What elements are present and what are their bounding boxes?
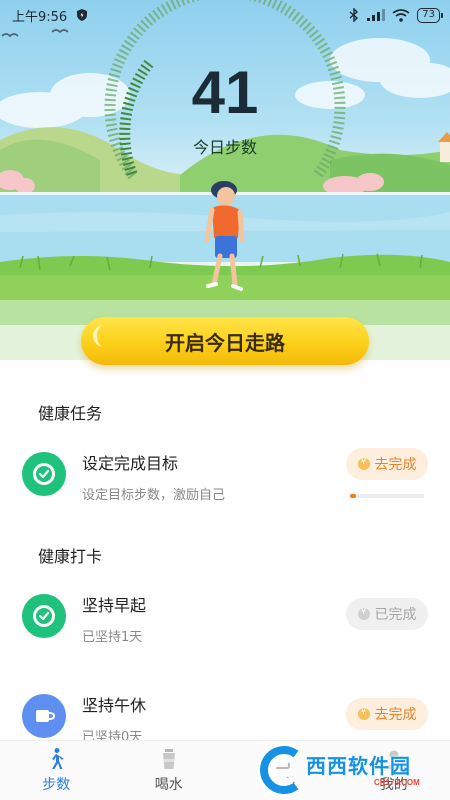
watermark-c-icon — [257, 743, 301, 797]
check-badge-icon — [22, 452, 66, 496]
checkin-title: 坚持早起 — [82, 596, 147, 615]
task-title: 设定完成目标 — [82, 454, 179, 473]
landscape-illustration — [0, 0, 450, 360]
nav-item-drink[interactable]: 喝水 — [113, 741, 226, 800]
status-time: 上午9:56 — [12, 9, 68, 25]
drink-icon — [162, 749, 175, 769]
coin-icon — [357, 707, 370, 720]
button-gloss-decoration — [93, 325, 107, 347]
task-subtitle: 设定目标步数，激励自己 — [82, 488, 226, 503]
nav-label: 步数 — [42, 777, 71, 793]
status-bar: 上午9:56 73 — [0, 0, 450, 30]
goal-progress-bar — [350, 494, 424, 498]
bluetooth-icon — [349, 8, 359, 22]
health-checkin-title: 健康打卡 — [38, 547, 103, 566]
watermark-text: 西西软件园 — [306, 754, 411, 778]
go-complete-label: 去完成 — [374, 457, 417, 473]
watermark-logo: 西西软件园 CR173.COM — [252, 742, 450, 800]
go-complete-label: 去完成 — [374, 707, 417, 723]
checkin-title: 坚持午休 — [82, 696, 147, 715]
completed-label: 已完成 — [374, 607, 417, 623]
coin-icon — [357, 607, 370, 620]
watermark-domain: CR173.COM — [374, 778, 420, 787]
step-count: 41 — [191, 59, 259, 126]
nav-item-steps[interactable]: 步数 — [0, 741, 113, 800]
battery-indicator: 73 — [417, 7, 443, 23]
health-tasks-title: 健康任务 — [38, 404, 103, 423]
step-count-label: 今日步数 — [192, 138, 257, 157]
checkin-subtitle: 已坚持1天 — [82, 630, 143, 645]
shield-icon — [77, 9, 88, 21]
completed-button[interactable]: 已完成 — [346, 598, 428, 630]
start-walking-button[interactable]: 开启今日走路 — [81, 317, 369, 365]
checkin-row-early-rise[interactable]: 坚持早起 已坚持1天 已完成 — [0, 582, 450, 652]
task-row-set-goal[interactable]: 设定完成目标 设定目标步数，激励自己 去完成 — [0, 440, 450, 510]
go-complete-button[interactable]: 去完成 — [346, 448, 428, 480]
walking-icon — [52, 748, 64, 769]
signal-icon — [367, 9, 386, 21]
go-complete-button[interactable]: 去完成 — [346, 698, 428, 730]
coin-icon — [357, 457, 370, 470]
nav-label: 喝水 — [154, 777, 183, 793]
check-badge-icon — [22, 594, 66, 638]
hero-scene: 上午9:56 73 41 今日步数 — [0, 0, 450, 360]
cup-icon — [22, 694, 66, 738]
goal-progress-fill — [350, 494, 356, 498]
start-walking-label: 开启今日走路 — [165, 330, 285, 355]
wifi-icon — [392, 8, 410, 22]
